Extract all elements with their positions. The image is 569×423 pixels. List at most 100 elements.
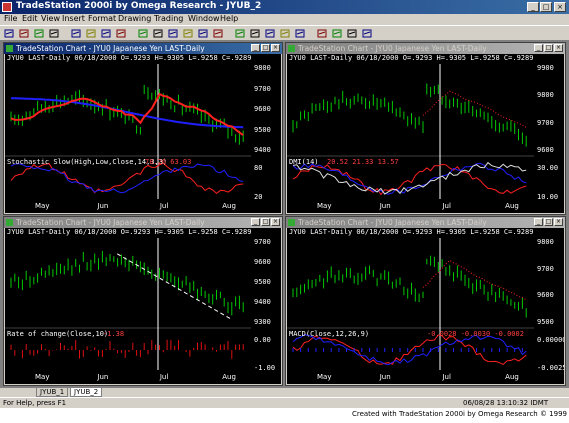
chart-window-title-bar[interactable]: TradeStation Chart - JYU0 Japanese Yen L… — [4, 43, 282, 54]
window-minimize-button[interactable]: _ — [534, 218, 543, 226]
chart-plot-area[interactable]: JYU0 LAST-Daily 06/18/2000 O=.9293 H=.93… — [287, 54, 564, 213]
indicator-name: DMI(14) — [289, 158, 319, 166]
indicator-axis-tick: 0.00 — [254, 336, 271, 344]
price-header: JYU0 LAST-Daily 06/18/2000 O=.9293 H=.93… — [289, 54, 534, 62]
menu-window[interactable]: Window — [188, 14, 220, 23]
indicator-line — [292, 161, 527, 195]
window-minimize-button[interactable]: _ — [251, 44, 260, 52]
indicator-values: -0.0028 -0.0030 -0.0002 — [427, 330, 524, 338]
date-axis-tick: Jul — [442, 202, 451, 210]
window-minimize-button[interactable]: _ — [534, 44, 543, 52]
window-close-button[interactable]: × — [554, 44, 563, 52]
close-button[interactable]: × — [554, 2, 566, 12]
date-axis-tick: Jun — [379, 202, 391, 210]
open-icon[interactable] — [18, 28, 30, 39]
chart-plot-area[interactable]: JYU0 LAST-Daily 06/18/2000 O=.9293 H=.93… — [287, 228, 564, 384]
chart-window-title-bar[interactable]: TradeStation Chart - JYU0 Japanese Yen L… — [4, 217, 282, 228]
tab-jyub-1[interactable]: JYUB_1 — [36, 388, 69, 397]
chart-window-dmi[interactable]: TradeStation Chart - JYU0 Japanese Yen L… — [285, 42, 566, 215]
chart-window-title-bar[interactable]: TradeStation Chart - JYU0 Japanese Yen L… — [286, 43, 565, 54]
window-maximize-button[interactable]: □ — [261, 218, 270, 226]
menu-view[interactable]: View — [41, 14, 60, 23]
chart-window-stochastic[interactable]: TradeStation Chart - JYU0 Japanese Yen L… — [3, 42, 283, 215]
indicator-line — [10, 162, 244, 195]
date-axis-tick: May — [317, 373, 332, 381]
fib-icon[interactable] — [249, 28, 261, 39]
price-axis-tick: 9900 — [537, 64, 554, 72]
cut-icon[interactable] — [70, 28, 82, 39]
print-icon[interactable] — [48, 28, 60, 39]
chart-window-title: TradeStation Chart - JYU0 Japanese Yen L… — [298, 44, 487, 53]
trend-icon[interactable] — [197, 28, 209, 39]
cascade-icon[interactable] — [346, 28, 358, 39]
price-axis-tick: 9700 — [254, 84, 271, 93]
chart-window-rate-of-change[interactable]: TradeStation Chart - JYU0 Japanese Yen L… — [3, 216, 283, 386]
chart-plot-area[interactable]: JYU0 LAST-Daily 06/18/2000 O=.9293 H=.93… — [5, 228, 281, 384]
arrow-icon[interactable] — [234, 28, 246, 39]
status-datetime: 06/08/28 13:10:32 IDMT — [463, 399, 549, 407]
window-maximize-button[interactable]: □ — [544, 218, 553, 226]
line-icon[interactable] — [167, 28, 179, 39]
tab-jyub-2[interactable]: JYUB_2 — [70, 388, 103, 397]
minimize-button[interactable]: _ — [527, 2, 539, 12]
cursor-icon[interactable] — [279, 28, 291, 39]
new-icon[interactable] — [3, 28, 15, 39]
price-axis-tick: 9300 — [254, 318, 271, 326]
save-icon[interactable] — [33, 28, 45, 39]
menu-drawing[interactable]: Drawing — [118, 14, 151, 23]
menu-edit[interactable]: Edit — [22, 14, 38, 23]
price-axis-tick: 9600 — [254, 258, 271, 266]
chart-window-title-bar[interactable]: TradeStation Chart - JYU0 Japanese Yen L… — [286, 217, 565, 228]
maximize-button[interactable]: □ — [540, 2, 552, 12]
bar-icon[interactable] — [152, 28, 164, 39]
cross-icon[interactable] — [264, 28, 276, 39]
price-header: JYU0 LAST-Daily 06/18/2000 O=.9293 H=.93… — [7, 228, 251, 236]
help-icon[interactable] — [361, 28, 373, 39]
title-bar[interactable]: TradeStation 2000i by Omega Research - J… — [0, 0, 569, 14]
window-close-button[interactable]: × — [271, 218, 280, 226]
price-axis-tick: 9700 — [537, 264, 554, 273]
menu-trading[interactable]: Trading — [154, 14, 183, 23]
menu-insert[interactable]: Insert — [62, 14, 85, 23]
date-axis-tick: Jun — [97, 202, 109, 210]
price-axis-tick: 9400 — [254, 146, 271, 154]
indicator-values: 20.52 21.33 13.57 — [327, 158, 399, 166]
text-icon[interactable] — [212, 28, 224, 39]
status-help: For Help, press F1 — [3, 399, 67, 407]
chart-icon — [288, 219, 295, 226]
window-close-button[interactable]: × — [554, 218, 563, 226]
zoom-icon[interactable] — [182, 28, 194, 39]
indicator-axis-tick: -1.00 — [254, 364, 276, 372]
menu-file[interactable]: File — [4, 14, 17, 23]
price-axis-tick: 9500 — [537, 318, 554, 326]
chart-plot-area[interactable]: JYU0 LAST-Daily 06/18/2000 O=.9293 H=.93… — [5, 54, 281, 213]
price-header: JYU0 LAST-Daily 06/18/2000 O=.9293 H=.93… — [289, 228, 534, 236]
price-axis-tick: 9500 — [254, 125, 271, 134]
window-maximize-button[interactable]: □ — [544, 44, 553, 52]
indicator-line — [292, 334, 527, 366]
window-minimize-button[interactable]: _ — [251, 218, 260, 226]
copy-icon[interactable] — [85, 28, 97, 39]
undo-icon[interactable] — [115, 28, 127, 39]
price-axis-tick: 9600 — [537, 146, 554, 154]
menu-help[interactable]: Help — [220, 14, 238, 23]
price-header: JYU0 LAST-Daily 06/18/2000 O=.9293 H=.93… — [7, 54, 251, 62]
price-axis-tick: 9700 — [254, 238, 271, 246]
indicator-axis-tick: 10.00 — [537, 193, 559, 201]
application-window: TradeStation 2000i by Omega Research - J… — [0, 0, 569, 408]
trendline — [116, 253, 232, 320]
window-maximize-button[interactable]: □ — [261, 44, 270, 52]
chart-icon — [6, 219, 13, 226]
tile-icon[interactable] — [331, 28, 343, 39]
window-icon[interactable] — [316, 28, 328, 39]
grid-icon[interactable] — [294, 28, 306, 39]
chart-icon[interactable] — [137, 28, 149, 39]
chart-svg — [287, 238, 534, 370]
date-axis-tick: Aug — [222, 373, 236, 381]
menu-format[interactable]: Format — [88, 14, 116, 23]
paste-icon[interactable] — [100, 28, 112, 39]
price-axis-tick: 9800 — [254, 64, 271, 72]
window-close-button[interactable]: × — [271, 44, 280, 52]
indicator-axis-tick: 80 — [254, 164, 263, 172]
chart-window-macd[interactable]: TradeStation Chart - JYU0 Japanese Yen L… — [285, 216, 566, 386]
